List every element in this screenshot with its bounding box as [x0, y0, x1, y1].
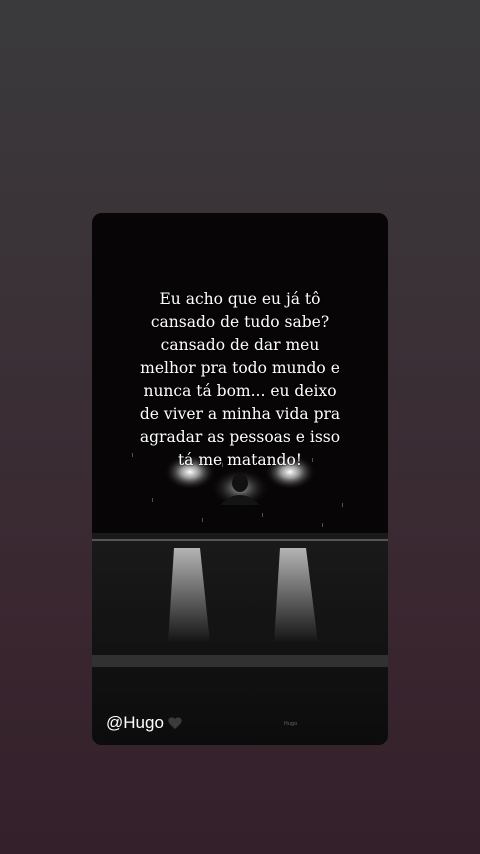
handle-text: @Hugo: [106, 713, 164, 732]
watermark: Hugo: [284, 721, 298, 727]
black-heart-icon: [168, 717, 182, 729]
story-card[interactable]: Eu acho que eu já tô cansado de tudo sab…: [92, 213, 388, 745]
user-handle[interactable]: @Hugo: [106, 713, 183, 733]
story-quote-text: Eu acho que eu já tô cansado de tudo sab…: [139, 290, 341, 469]
